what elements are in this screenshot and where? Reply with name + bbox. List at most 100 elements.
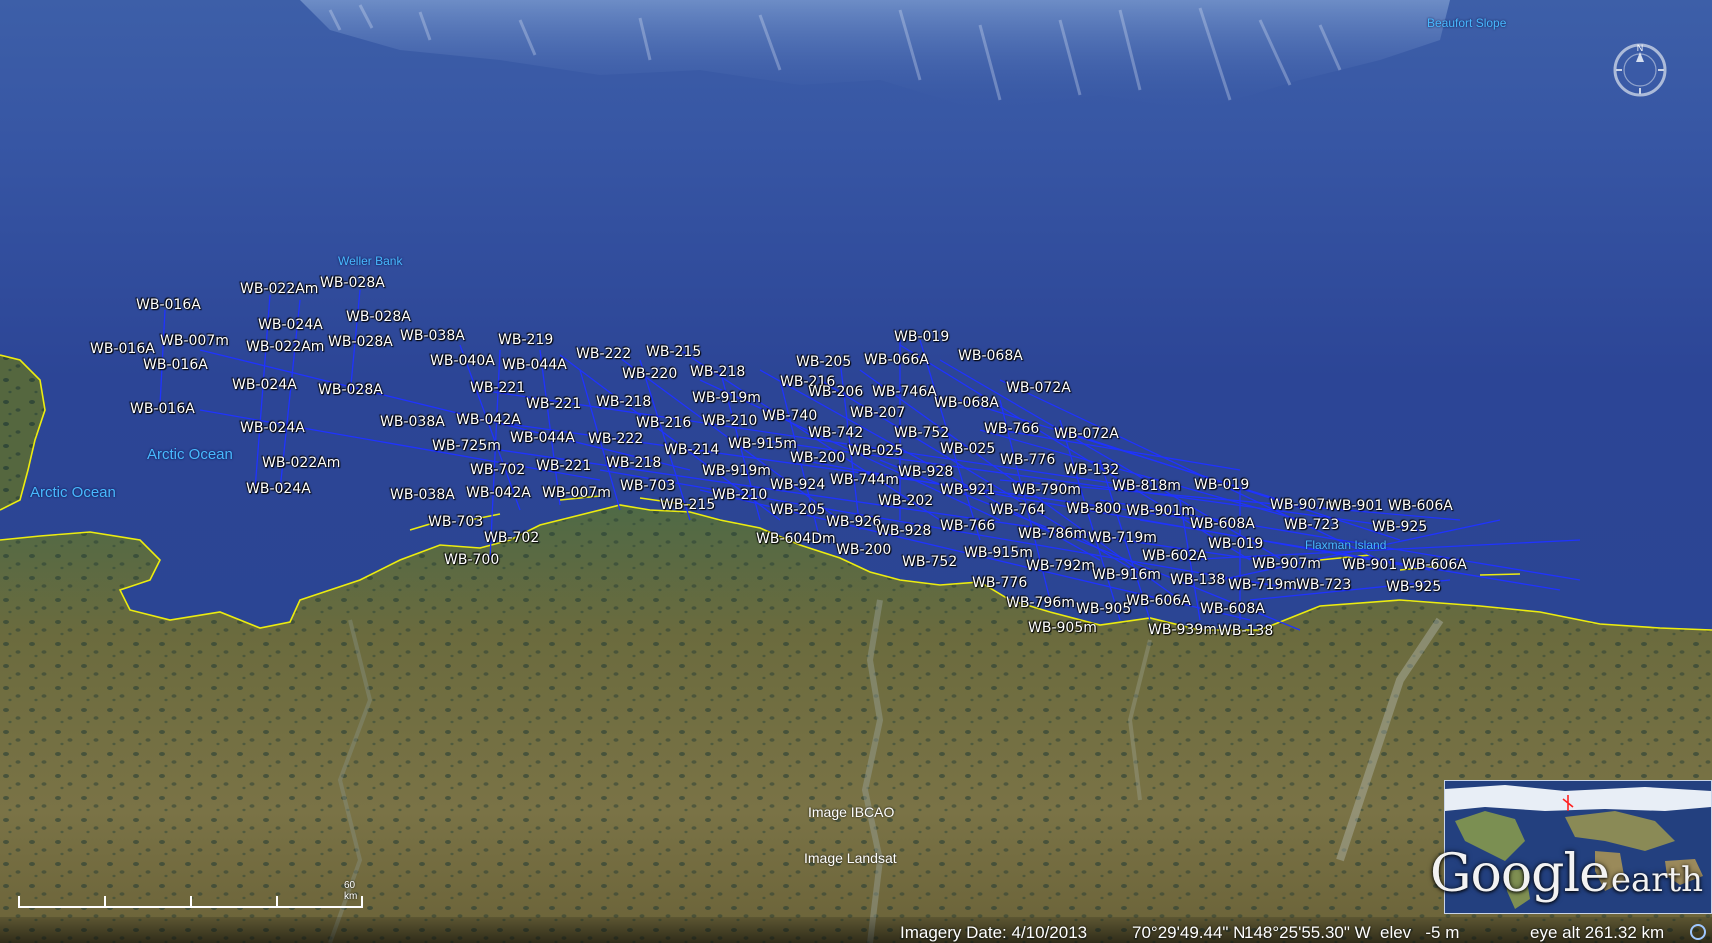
track-label[interactable]: WB-210 [712, 487, 767, 503]
track-label[interactable]: WB-700 [444, 552, 499, 568]
track-label[interactable]: WB-210 [702, 413, 757, 429]
track-label[interactable]: WB-038A [400, 328, 465, 344]
track-label[interactable]: WB-702 [484, 530, 539, 546]
track-label[interactable]: WB-028A [328, 334, 393, 350]
track-label[interactable]: WB-220 [622, 366, 677, 382]
track-label[interactable]: WB-608A [1190, 516, 1255, 532]
track-label[interactable]: WB-022Am [246, 339, 324, 355]
track-label[interactable]: WB-206 [808, 384, 863, 400]
track-label[interactable]: WB-907m [1252, 556, 1321, 572]
track-label[interactable]: WB-790m [1012, 482, 1081, 498]
track-label[interactable]: WB-221 [536, 458, 591, 474]
track-label[interactable]: WB-901m [1126, 503, 1195, 519]
track-label[interactable]: WB-019 [1194, 477, 1249, 493]
track-label[interactable]: WB-725m [432, 438, 501, 454]
track-label[interactable]: WB-905 [1076, 601, 1131, 617]
track-label[interactable]: WB-723 [1296, 577, 1351, 593]
track-label[interactable]: WB-038A [390, 487, 455, 503]
track-label[interactable]: WB-221 [526, 396, 581, 412]
track-label[interactable]: WB-740 [762, 408, 817, 424]
track-label[interactable]: WB-038A [380, 414, 445, 430]
track-label[interactable]: WB-205 [796, 354, 851, 370]
track-label[interactable]: WB-019 [1208, 536, 1263, 552]
track-label[interactable]: WB-205 [770, 502, 825, 518]
track-label[interactable]: WB-925 [1372, 519, 1427, 535]
track-label[interactable]: WB-925 [1386, 579, 1441, 595]
track-label[interactable]: WB-028A [320, 275, 385, 291]
track-label[interactable]: WB-766 [984, 421, 1039, 437]
track-label[interactable]: WB-042A [466, 485, 531, 501]
track-label[interactable]: WB-924 [770, 477, 825, 493]
track-label[interactable]: WB-025 [848, 443, 903, 459]
track-label[interactable]: WB-719m [1228, 577, 1297, 593]
track-label[interactable]: WB-928 [898, 464, 953, 480]
track-label[interactable]: WB-905m [1028, 620, 1097, 636]
track-label[interactable]: WB-215 [660, 497, 715, 513]
track-label[interactable]: WB-022Am [240, 281, 318, 297]
track-label[interactable]: WB-138 [1170, 572, 1225, 588]
track-label[interactable]: WB-219 [498, 332, 553, 348]
track-label[interactable]: WB-066A [864, 352, 929, 368]
track-label[interactable]: WB-072A [1054, 426, 1119, 442]
track-label[interactable]: WB-602A [1142, 548, 1207, 564]
track-label[interactable]: WB-702 [470, 462, 525, 478]
track-label[interactable]: WB-939m [1148, 622, 1217, 638]
track-label[interactable]: WB-719m [1088, 530, 1157, 546]
track-label[interactable]: WB-016A [130, 401, 195, 417]
track-label[interactable]: WB-703 [428, 514, 483, 530]
compass-icon[interactable]: N [1612, 42, 1668, 98]
track-label[interactable]: WB-766 [940, 518, 995, 534]
track-label[interactable]: WB-744m [830, 472, 899, 488]
track-label[interactable]: WB-901 [1328, 498, 1383, 514]
track-label[interactable]: WB-606A [1402, 557, 1467, 573]
track-label[interactable]: WB-764 [990, 502, 1045, 518]
track-label[interactable]: WB-215 [646, 344, 701, 360]
track-label[interactable]: WB-606A [1388, 498, 1453, 514]
track-label[interactable]: WB-024A [232, 377, 297, 393]
track-label[interactable]: WB-202 [878, 493, 933, 509]
track-label[interactable]: WB-752 [902, 554, 957, 570]
track-label[interactable]: WB-024A [240, 420, 305, 436]
track-label[interactable]: WB-746A [872, 384, 937, 400]
track-label[interactable]: WB-218 [690, 364, 745, 380]
track-label[interactable]: WB-016A [90, 341, 155, 357]
track-label[interactable]: WB-216 [636, 415, 691, 431]
track-label[interactable]: WB-901 [1342, 557, 1397, 573]
track-label[interactable]: WB-723 [1284, 517, 1339, 533]
track-label[interactable]: WB-604Dm [756, 531, 836, 547]
track-label[interactable]: WB-200 [790, 450, 845, 466]
track-label[interactable]: WB-919m [692, 390, 761, 406]
track-label[interactable]: WB-042A [456, 412, 521, 428]
track-label[interactable]: WB-221 [470, 380, 525, 396]
track-label[interactable]: WB-926 [826, 514, 881, 530]
track-label[interactable]: WB-138 [1218, 623, 1273, 639]
track-label[interactable]: WB-016A [136, 297, 201, 313]
track-label[interactable]: WB-776 [972, 575, 1027, 591]
track-label[interactable]: WB-608A [1200, 601, 1265, 617]
track-label[interactable]: WB-068A [958, 348, 1023, 364]
track-label[interactable]: WB-028A [318, 382, 383, 398]
track-label[interactable]: WB-019 [894, 329, 949, 345]
track-label[interactable]: WB-915m [728, 436, 797, 452]
track-label[interactable]: WB-028A [346, 309, 411, 325]
track-label[interactable]: WB-786m [1018, 526, 1087, 542]
track-label[interactable]: WB-222 [576, 346, 631, 362]
track-label[interactable]: WB-007m [542, 485, 611, 501]
track-label[interactable]: WB-022Am [262, 455, 340, 471]
track-label[interactable]: WB-921 [940, 482, 995, 498]
track-label[interactable]: WB-044A [502, 357, 567, 373]
track-label[interactable]: WB-040A [430, 353, 495, 369]
track-label[interactable]: WB-915m [964, 545, 1033, 561]
track-label[interactable]: WB-796m [1006, 595, 1075, 611]
track-label[interactable]: WB-024A [258, 317, 323, 333]
track-label[interactable]: WB-218 [606, 455, 661, 471]
track-label[interactable]: WB-703 [620, 478, 675, 494]
track-label[interactable]: WB-024A [246, 481, 311, 497]
track-label[interactable]: WB-007m [160, 333, 229, 349]
track-label[interactable]: WB-818m [1112, 478, 1181, 494]
track-label[interactable]: WB-072A [1006, 380, 1071, 396]
track-label[interactable]: WB-016A [143, 357, 208, 373]
track-label[interactable]: WB-222 [588, 431, 643, 447]
track-label[interactable]: WB-928 [876, 523, 931, 539]
track-label[interactable]: WB-218 [596, 394, 651, 410]
